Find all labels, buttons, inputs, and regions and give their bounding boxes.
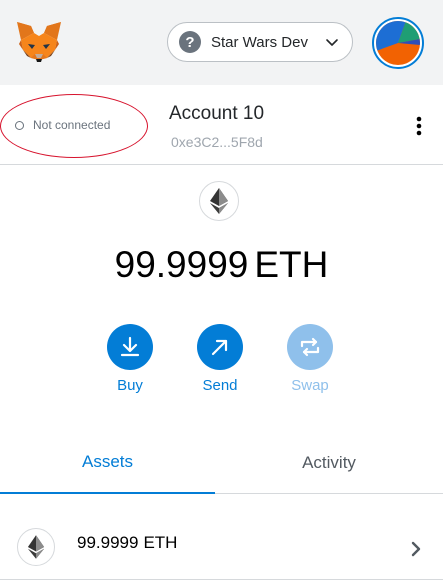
swap-button-circle — [287, 324, 333, 370]
network-name: Star Wars Dev — [211, 33, 308, 51]
buy-button-label: Buy — [117, 377, 143, 394]
arrow-up-right-icon — [211, 339, 228, 356]
balance-unit: ETH — [254, 244, 329, 285]
send-button-circle — [197, 324, 243, 370]
swap-button[interactable]: Swap — [270, 324, 350, 402]
wallet-popup: ? Star Wars Dev Not connected Account 10… — [0, 0, 443, 586]
asset-balance: 99.9999 ETH — [77, 533, 177, 553]
account-address[interactable]: 0xe3C2...5F8d — [171, 134, 263, 150]
tab-activity[interactable]: Activity — [215, 432, 443, 494]
swap-icon — [300, 337, 320, 357]
tab-assets-label: Assets — [81, 452, 134, 471]
ethereum-diamond — [27, 535, 45, 559]
send-button[interactable]: Send — [180, 324, 260, 402]
buy-button-circle — [107, 324, 153, 370]
balance-amount: 99.9999 — [114, 244, 249, 285]
swap-button-label: Swap — [291, 377, 329, 394]
kebab-menu-icon[interactable] — [411, 115, 427, 137]
metamask-fox-logo[interactable] — [15, 20, 63, 64]
ethereum-diamond — [210, 188, 228, 214]
tab-activity-label: Activity — [302, 452, 356, 472]
app-header: ? Star Wars Dev — [0, 0, 443, 85]
asset-amount: 99.9999 — [77, 533, 139, 552]
identicon-graphic — [376, 21, 420, 65]
account-bar: Not connected Account 10 0xe3C2...5F8d — [0, 85, 443, 165]
account-identicon[interactable] — [372, 17, 424, 69]
question-icon: ? — [179, 31, 201, 53]
account-name[interactable]: Account 10 — [169, 103, 264, 125]
highlight-annotation — [0, 94, 148, 158]
balance-display: 99.9999 ETH — [0, 244, 443, 286]
ethereum-icon — [17, 528, 55, 566]
asset-unit: ETH — [143, 533, 178, 552]
chevron-down-icon — [326, 39, 338, 46]
send-button-label: Send — [202, 377, 238, 394]
download-icon — [120, 336, 140, 357]
network-selector[interactable]: ? Star Wars Dev — [167, 22, 353, 62]
asset-list-item[interactable]: 99.9999 ETH — [0, 510, 443, 580]
buy-button[interactable]: Buy — [90, 324, 170, 402]
ethereum-icon — [199, 181, 239, 221]
tab-assets[interactable]: Assets — [0, 432, 215, 494]
chevron-right-icon — [411, 541, 421, 557]
